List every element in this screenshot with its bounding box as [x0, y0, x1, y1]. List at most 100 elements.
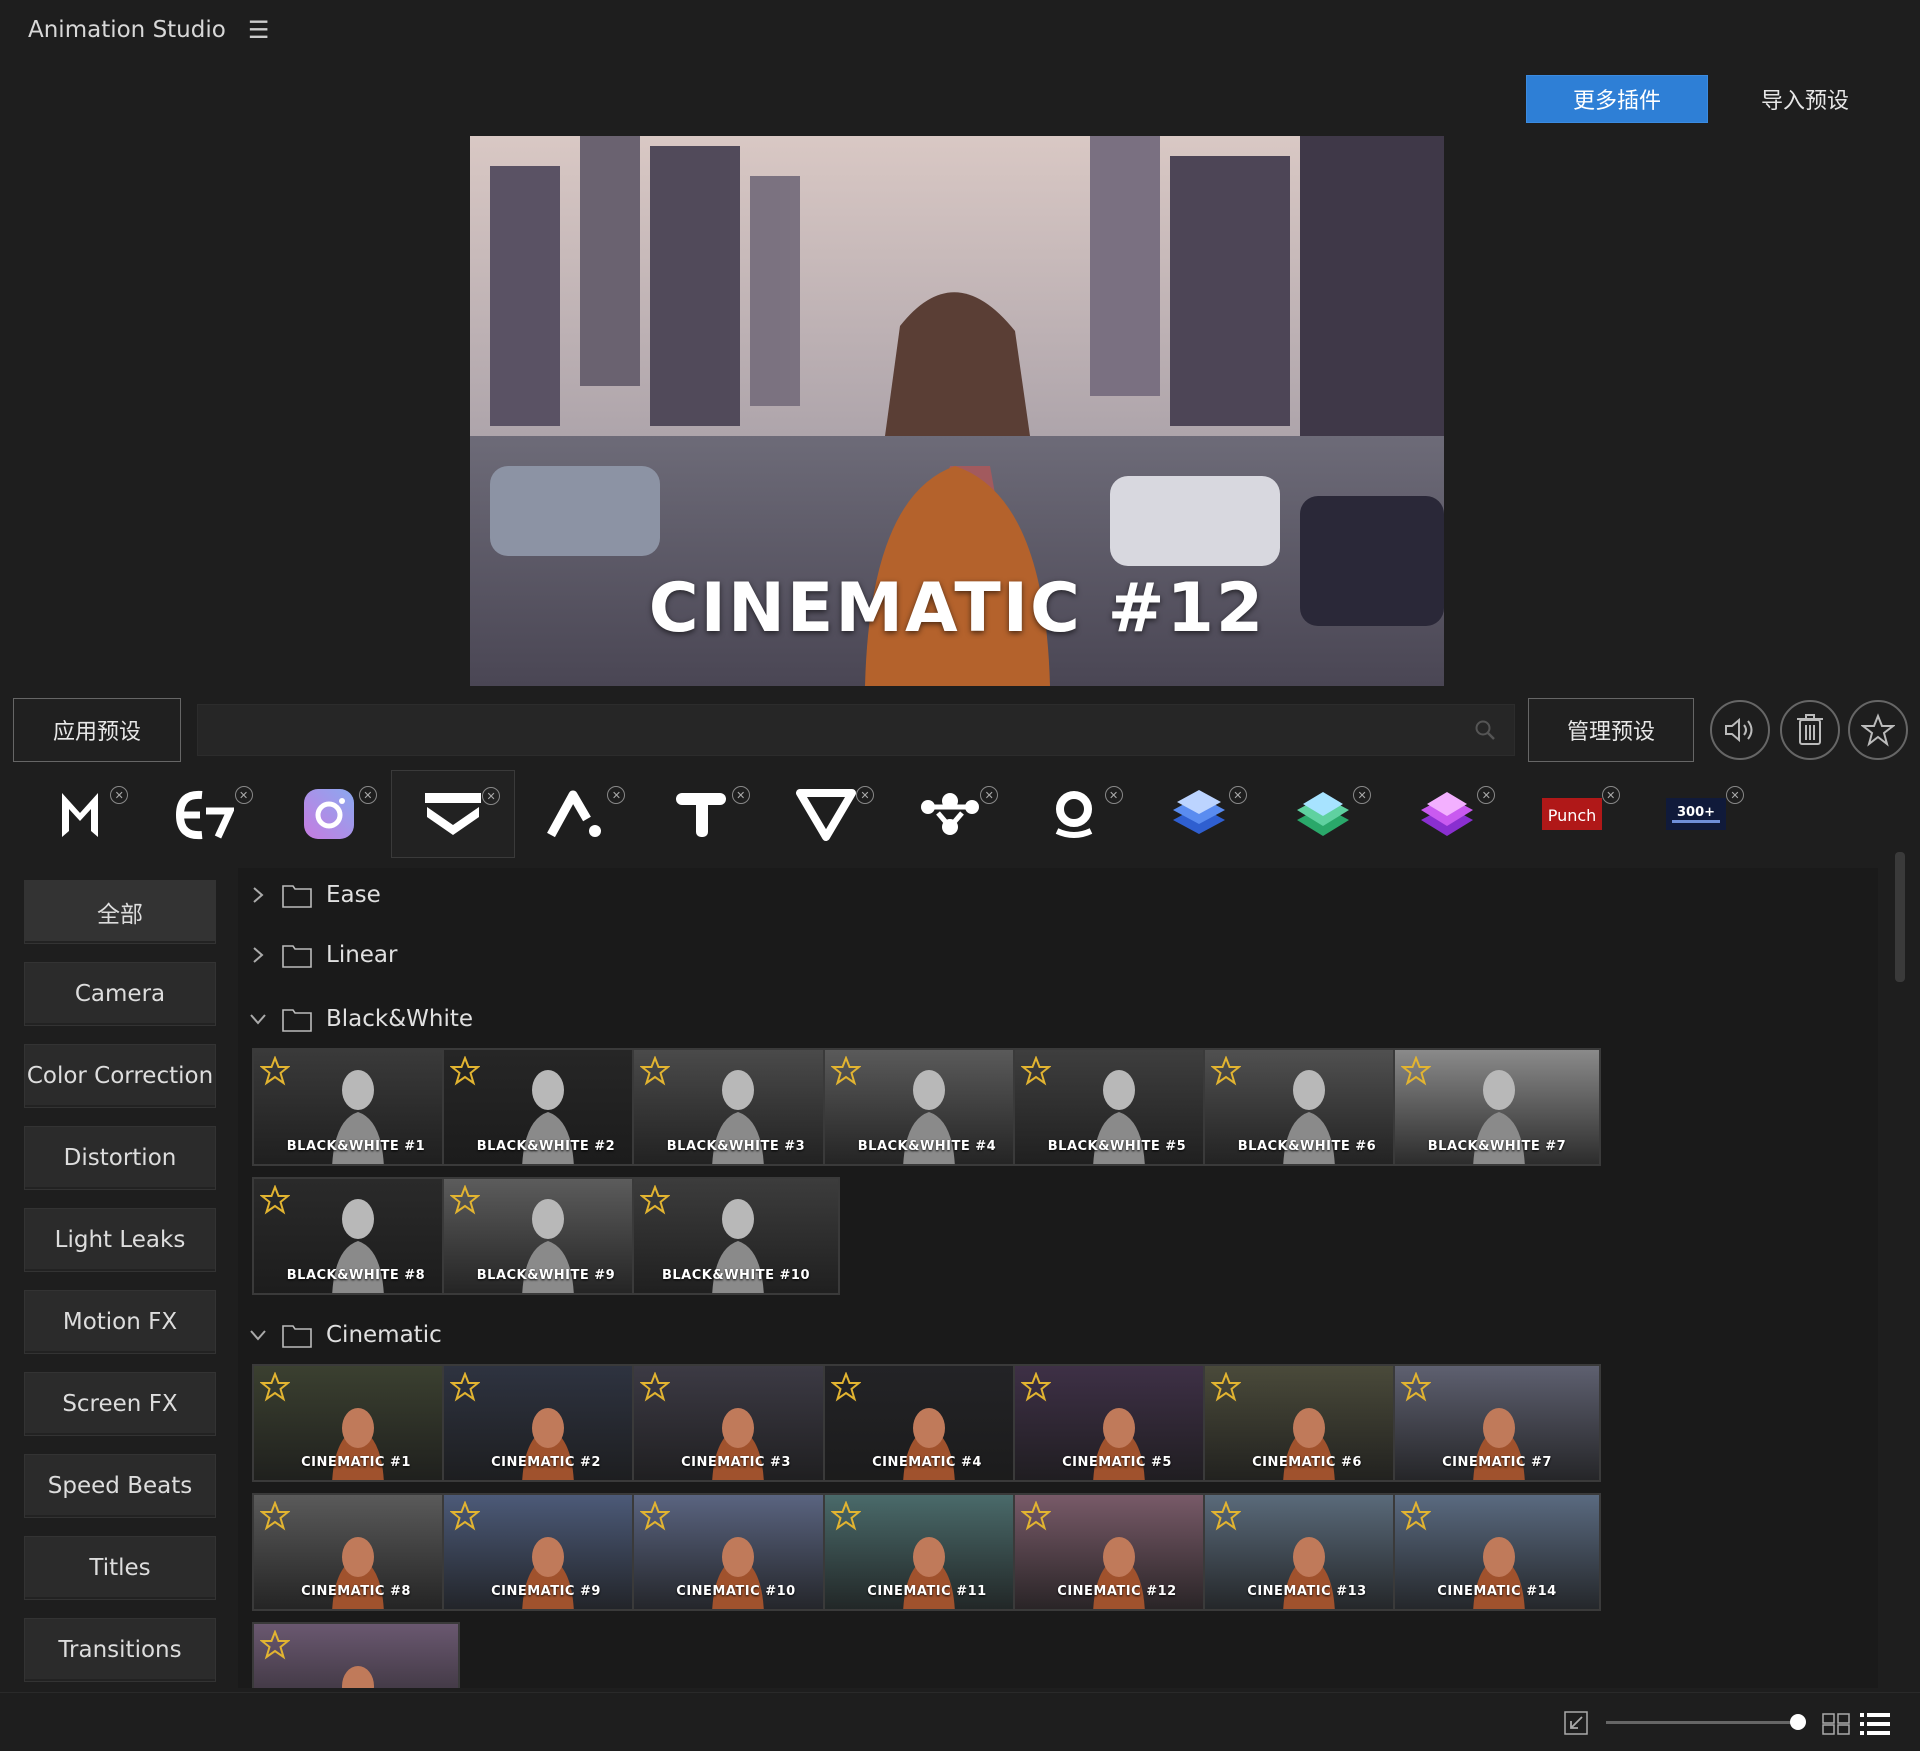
- chevron-right-icon[interactable]: [248, 945, 268, 965]
- category-titles[interactable]: Titles: [24, 1536, 216, 1600]
- remove-plugin-icon[interactable]: ✕: [1725, 786, 1744, 804]
- import-presets-button[interactable]: 导入预设: [1740, 75, 1870, 123]
- category-color-correction[interactable]: Color Correction: [24, 1044, 216, 1108]
- category-speed-beats[interactable]: Speed Beats: [24, 1454, 216, 1518]
- preset-thumbnail[interactable]: BLACK&WHITE #3: [632, 1048, 840, 1166]
- favorite-star-icon[interactable]: [831, 1056, 861, 1086]
- category-light-leaks[interactable]: Light Leaks: [24, 1208, 216, 1272]
- favorite-star-icon[interactable]: [260, 1630, 290, 1660]
- favorite-star-icon[interactable]: [640, 1501, 670, 1531]
- plugin-tab-7[interactable]: ✕: [764, 770, 888, 858]
- preset-thumbnail[interactable]: BLACK&WHITE #1: [252, 1048, 460, 1166]
- folder-black-white[interactable]: Black&White: [248, 997, 473, 1041]
- preset-thumbnail[interactable]: BLACK&WHITE #10: [632, 1177, 840, 1295]
- chevron-right-icon[interactable]: [248, 885, 268, 905]
- preset-thumbnail[interactable]: BLACK&WHITE #9: [442, 1177, 650, 1295]
- preset-thumbnail[interactable]: CINEMATIC #13: [1203, 1493, 1411, 1611]
- plugin-tab-11[interactable]: ✕: [1261, 770, 1385, 858]
- favorite-star-icon[interactable]: [450, 1501, 480, 1531]
- category-screen-fx[interactable]: Screen FX: [24, 1372, 216, 1436]
- chevron-down-icon[interactable]: [248, 1009, 268, 1029]
- favorite-star-icon[interactable]: [831, 1501, 861, 1531]
- remove-plugin-icon[interactable]: ✕: [731, 786, 750, 804]
- favorite-star-icon[interactable]: [640, 1056, 670, 1086]
- favorite-star-icon[interactable]: [1401, 1372, 1431, 1402]
- preset-thumbnail[interactable]: [252, 1622, 460, 1688]
- remove-plugin-icon[interactable]: ✕: [856, 786, 874, 804]
- volume-button[interactable]: [1710, 700, 1770, 760]
- favorite-star-icon[interactable]: [831, 1372, 861, 1402]
- plugin-tab-6[interactable]: ✕: [639, 770, 763, 858]
- plugin-tab-8[interactable]: ✕: [888, 770, 1012, 858]
- scrollbar-thumb[interactable]: [1895, 852, 1905, 982]
- favorite-star-icon[interactable]: [260, 1056, 290, 1086]
- remove-plugin-icon[interactable]: ✕: [607, 786, 626, 804]
- remove-plugin-icon[interactable]: ✕: [1601, 786, 1620, 804]
- search-icon[interactable]: [1474, 719, 1496, 741]
- plugin-tab-1[interactable]: ✕: [18, 770, 142, 858]
- category-transitions[interactable]: Transitions: [24, 1618, 216, 1682]
- category-motion-fx[interactable]: Motion FX: [24, 1290, 216, 1354]
- preset-thumbnail[interactable]: CINEMATIC #10: [632, 1493, 840, 1611]
- favorite-star-icon[interactable]: [1211, 1056, 1241, 1086]
- preset-thumbnail[interactable]: CINEMATIC #7: [1393, 1364, 1601, 1482]
- favorite-star-icon[interactable]: [640, 1185, 670, 1215]
- folder-linear[interactable]: Linear: [248, 933, 397, 977]
- preset-thumbnail[interactable]: CINEMATIC #9: [442, 1493, 650, 1611]
- category-all[interactable]: 全部: [24, 880, 216, 944]
- favorite-star-icon[interactable]: [450, 1185, 480, 1215]
- favorite-star-icon[interactable]: [640, 1372, 670, 1402]
- apply-preset-button[interactable]: 应用预设: [13, 698, 181, 762]
- plugin-tab-9[interactable]: ✕: [1012, 770, 1136, 858]
- grid-view-icon[interactable]: [1822, 1713, 1850, 1735]
- zoom-slider-handle[interactable]: [1790, 1714, 1806, 1730]
- preset-thumbnail[interactable]: BLACK&WHITE #2: [442, 1048, 650, 1166]
- plugin-tab-13[interactable]: Punch ✕: [1509, 770, 1633, 858]
- favorite-star-icon[interactable]: [260, 1501, 290, 1531]
- remove-plugin-icon[interactable]: ✕: [358, 786, 377, 804]
- preset-thumbnail[interactable]: BLACK&WHITE #6: [1203, 1048, 1411, 1166]
- fit-to-view-icon[interactable]: [1564, 1711, 1588, 1735]
- remove-plugin-icon[interactable]: ✕: [1228, 786, 1247, 804]
- favorite-star-icon[interactable]: [260, 1185, 290, 1215]
- preset-thumbnail[interactable]: BLACK&WHITE #8: [252, 1177, 460, 1295]
- category-camera[interactable]: Camera: [24, 962, 216, 1026]
- preset-thumbnail[interactable]: BLACK&WHITE #7: [1393, 1048, 1601, 1166]
- chevron-down-icon[interactable]: [248, 1325, 268, 1345]
- list-view-icon[interactable]: [1860, 1711, 1890, 1737]
- favorite-star-icon[interactable]: [1211, 1372, 1241, 1402]
- preset-thumbnail[interactable]: CINEMATIC #1: [252, 1364, 460, 1482]
- preset-thumbnail[interactable]: CINEMATIC #12: [1013, 1493, 1221, 1611]
- delete-button[interactable]: [1780, 700, 1840, 760]
- preset-thumbnail[interactable]: CINEMATIC #5: [1013, 1364, 1221, 1482]
- preset-thumbnail[interactable]: BLACK&WHITE #5: [1013, 1048, 1221, 1166]
- plugin-tab-3[interactable]: ✕: [267, 770, 391, 858]
- favorite-button[interactable]: [1848, 700, 1908, 760]
- category-distortion[interactable]: Distortion: [24, 1126, 216, 1190]
- plugin-tab-10[interactable]: ✕: [1137, 770, 1261, 858]
- preset-thumbnail[interactable]: CINEMATIC #14: [1393, 1493, 1601, 1611]
- plugin-tab-4[interactable]: ✕: [390, 770, 516, 858]
- plugin-tab-12[interactable]: ✕: [1385, 770, 1509, 858]
- folder-ease[interactable]: Ease: [248, 873, 381, 917]
- favorite-star-icon[interactable]: [1211, 1501, 1241, 1531]
- favorite-star-icon[interactable]: [1401, 1056, 1431, 1086]
- more-plugins-button[interactable]: 更多插件: [1526, 75, 1708, 123]
- search-input[interactable]: [197, 704, 1515, 756]
- plugin-tab-14[interactable]: 300+ ✕: [1634, 770, 1758, 858]
- plugin-tab-5[interactable]: ✕: [515, 770, 639, 858]
- favorite-star-icon[interactable]: [1401, 1501, 1431, 1531]
- remove-plugin-icon[interactable]: ✕: [980, 786, 999, 804]
- preset-thumbnail[interactable]: CINEMATIC #6: [1203, 1364, 1411, 1482]
- zoom-slider[interactable]: [1606, 1721, 1804, 1724]
- hamburger-menu-icon[interactable]: ☰: [248, 16, 270, 44]
- favorite-star-icon[interactable]: [260, 1372, 290, 1402]
- favorite-star-icon[interactable]: [1021, 1501, 1051, 1531]
- preset-thumbnail[interactable]: CINEMATIC #4: [823, 1364, 1031, 1482]
- plugin-tab-2[interactable]: ✕: [142, 770, 266, 858]
- favorite-star-icon[interactable]: [450, 1056, 480, 1086]
- folder-cinematic[interactable]: Cinematic: [248, 1313, 442, 1357]
- remove-plugin-icon[interactable]: ✕: [234, 786, 253, 804]
- remove-plugin-icon[interactable]: ✕: [482, 787, 501, 805]
- favorite-star-icon[interactable]: [450, 1372, 480, 1402]
